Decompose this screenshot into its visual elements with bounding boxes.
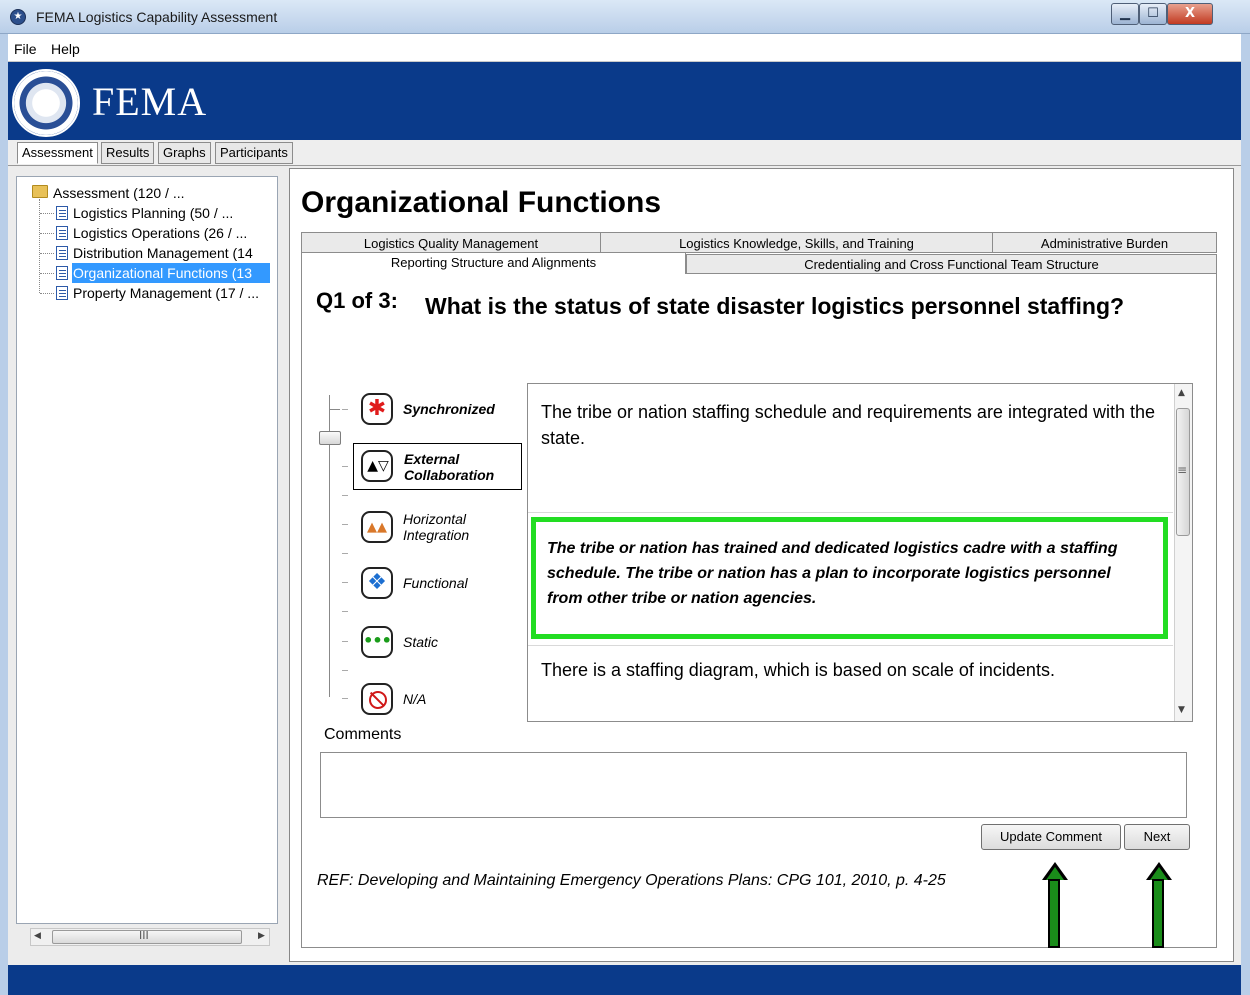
comments-field[interactable]	[320, 752, 1187, 818]
slider-tick	[342, 409, 348, 410]
scroll-down-icon[interactable]: ▼	[1178, 705, 1185, 715]
window-frame-left	[0, 34, 8, 995]
tab-graphs[interactable]: Graphs	[158, 142, 211, 164]
tree-connector	[40, 213, 54, 214]
tree-item-organizational-functions[interactable]: Organizational Functions (13	[72, 263, 270, 283]
subtab-logistics-knowledge-skills-training[interactable]: Logistics Knowledge, Skills, and Trainin…	[600, 232, 993, 253]
subtab-reporting-structure-alignments[interactable]: Reporting Structure and Alignments	[301, 252, 686, 274]
annotation-arrow-next	[1145, 862, 1175, 948]
tree-item-property-management[interactable]: Property Management (17 / ...	[73, 283, 259, 303]
slider-tick	[342, 611, 348, 612]
active-tab-joiner	[302, 273, 685, 275]
subtab-administrative-burden[interactable]: Administrative Burden	[992, 232, 1217, 253]
level-label-external-collaboration[interactable]: External Collaboration	[404, 451, 514, 483]
status-bar	[8, 965, 1241, 995]
divider	[528, 512, 1173, 513]
level-slider-thumb[interactable]	[319, 431, 341, 445]
update-comment-button[interactable]: Update Comment	[981, 824, 1121, 850]
slider-tick	[342, 582, 348, 583]
maximize-button[interactable]: ☐	[1139, 3, 1167, 25]
slider-tick	[342, 553, 348, 554]
scroll-left-icon[interactable]: ◀	[34, 931, 41, 941]
slider-tick	[330, 409, 340, 410]
reference-text: REF: Developing and Maintaining Emergenc…	[317, 872, 946, 889]
scroll-grip: ≡	[1177, 463, 1188, 477]
window-title: FEMA Logistics Capability Assessment	[36, 9, 278, 25]
orange-triangles-icon[interactable]: ▲▲	[361, 511, 393, 543]
document-icon	[56, 266, 68, 280]
tree-connector	[40, 233, 54, 234]
folder-icon	[32, 185, 48, 198]
level-label-functional[interactable]: Functional	[403, 575, 468, 591]
document-icon	[56, 206, 68, 220]
slider-tick	[342, 466, 348, 467]
tab-results[interactable]: Results	[101, 142, 155, 164]
tree-connector	[40, 273, 54, 274]
divider	[528, 645, 1173, 646]
slider-tick	[342, 641, 348, 642]
window-frame-right	[1241, 34, 1250, 995]
tree-item-distribution-management[interactable]: Distribution Management (14	[73, 243, 253, 263]
document-icon	[56, 246, 68, 260]
menu-help[interactable]: Help	[51, 41, 80, 57]
arrow-shaft	[1048, 879, 1060, 948]
level-label-horizontal-integration[interactable]: Horizontal Integration	[403, 511, 493, 543]
document-icon	[56, 286, 68, 300]
tree-item-logistics-operations[interactable]: Logistics Operations (26 / ...	[73, 223, 247, 243]
menu-file[interactable]: File	[14, 41, 37, 57]
tab-assessment[interactable]: Assessment	[17, 142, 98, 164]
fema-logo: FEMA	[92, 79, 208, 124]
level-label-synchronized[interactable]: Synchronized	[403, 401, 495, 417]
tree-connector	[40, 253, 54, 254]
answer-option-above[interactable]: The tribe or nation staffing schedule an…	[541, 399, 1161, 451]
document-icon	[56, 226, 68, 240]
close-button[interactable]: X	[1167, 3, 1213, 25]
not-applicable-icon[interactable]	[361, 683, 393, 715]
question-text: What is the status of state disaster log…	[425, 293, 1125, 319]
tab-participants[interactable]: Participants	[215, 142, 293, 164]
arrow-shaft	[1152, 879, 1164, 948]
level-label-static[interactable]: Static	[403, 634, 438, 650]
triangles-up-down-icon[interactable]: ▲▽	[361, 450, 393, 482]
comments-label: Comments	[324, 726, 402, 743]
subtab-credentialing-cross-functional[interactable]: Credentialing and Cross Functional Team …	[686, 254, 1217, 274]
page-title: Organizational Functions	[301, 186, 662, 219]
slider-tick	[342, 524, 348, 525]
answer-option-below[interactable]: There is a staffing diagram, which is ba…	[541, 657, 1161, 683]
app-seal-icon: ★	[10, 9, 26, 25]
scroll-up-icon[interactable]: ▲	[1178, 388, 1185, 398]
slider-tick	[342, 495, 348, 496]
question-number: Q1 of 3:	[316, 288, 398, 313]
minimize-button[interactable]: ▁	[1111, 3, 1139, 25]
blue-diamond-icon[interactable]: ❖	[361, 567, 393, 599]
red-asterisk-icon[interactable]: ✱	[361, 393, 393, 425]
scroll-grip: III	[139, 929, 149, 942]
scroll-right-icon[interactable]: ▶	[258, 931, 265, 941]
next-button[interactable]: Next	[1124, 824, 1190, 850]
slider-tick	[342, 670, 348, 671]
tree-connector	[40, 293, 54, 294]
dhs-seal-icon	[12, 69, 80, 137]
subtab-logistics-quality-management[interactable]: Logistics Quality Management	[301, 232, 601, 253]
level-label-na[interactable]: N/A	[403, 691, 426, 707]
tree-root-assessment[interactable]: Assessment (120 / ...	[53, 183, 185, 203]
answer-option-selected[interactable]: The tribe or nation has trained and dedi…	[547, 536, 1147, 611]
green-dots-icon[interactable]: •••	[361, 626, 393, 658]
slider-tick	[342, 698, 348, 699]
menu-bar	[8, 34, 1241, 62]
tree-item-logistics-planning[interactable]: Logistics Planning (50 / ...	[73, 203, 233, 223]
annotation-arrow-update-comment	[1041, 862, 1071, 948]
